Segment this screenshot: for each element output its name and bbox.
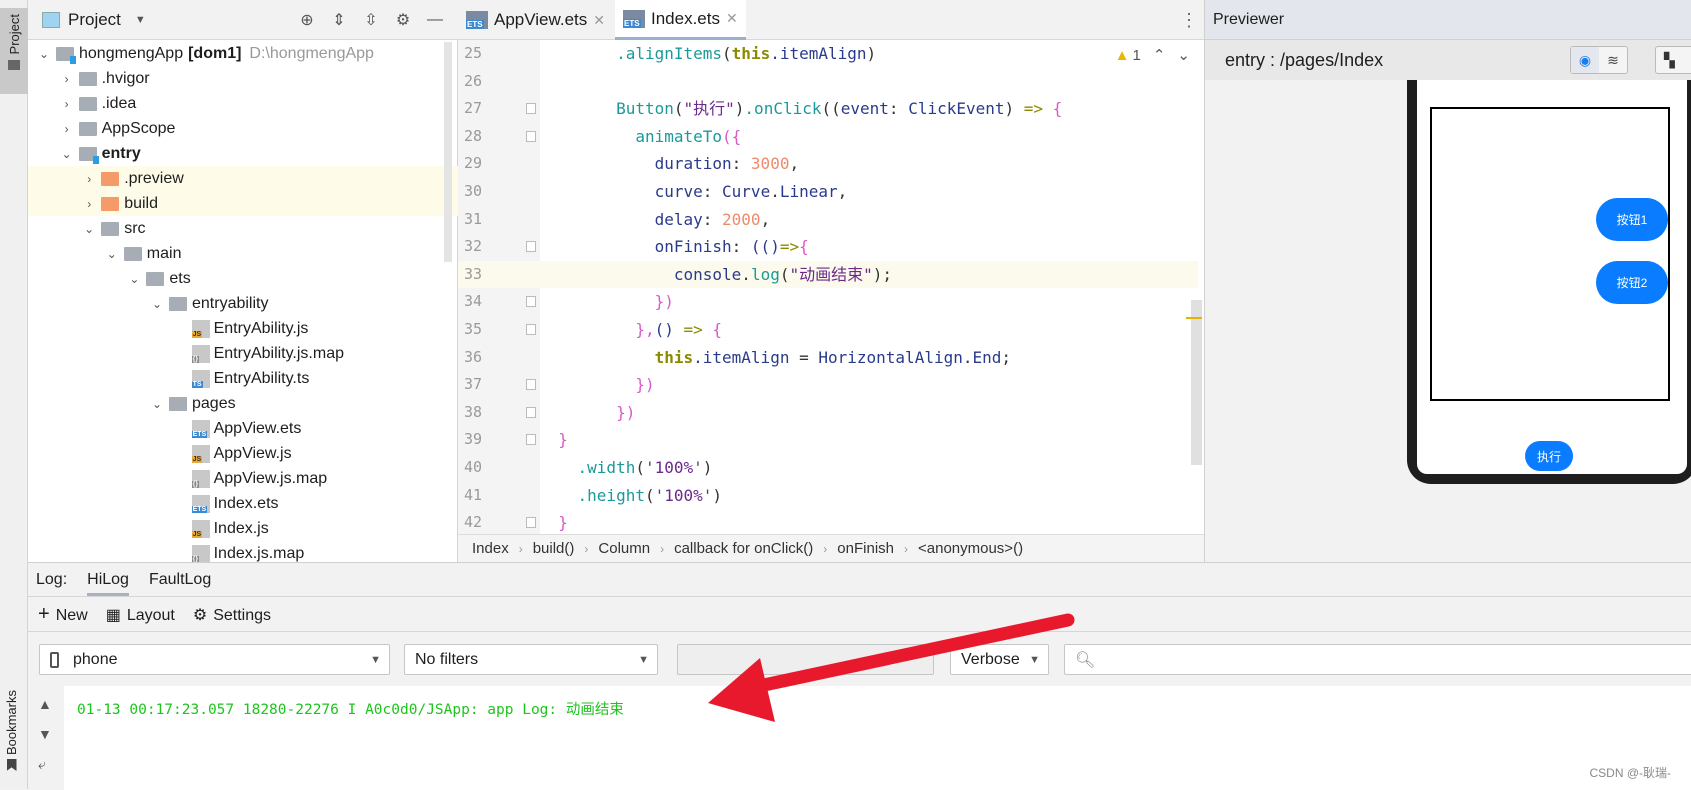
arrow-shaft: [743, 613, 1075, 695]
arrow-head: [708, 658, 775, 722]
annotation-arrow: [708, 613, 1075, 722]
watermark: CSDN @-耿瑞-: [1589, 766, 1671, 780]
